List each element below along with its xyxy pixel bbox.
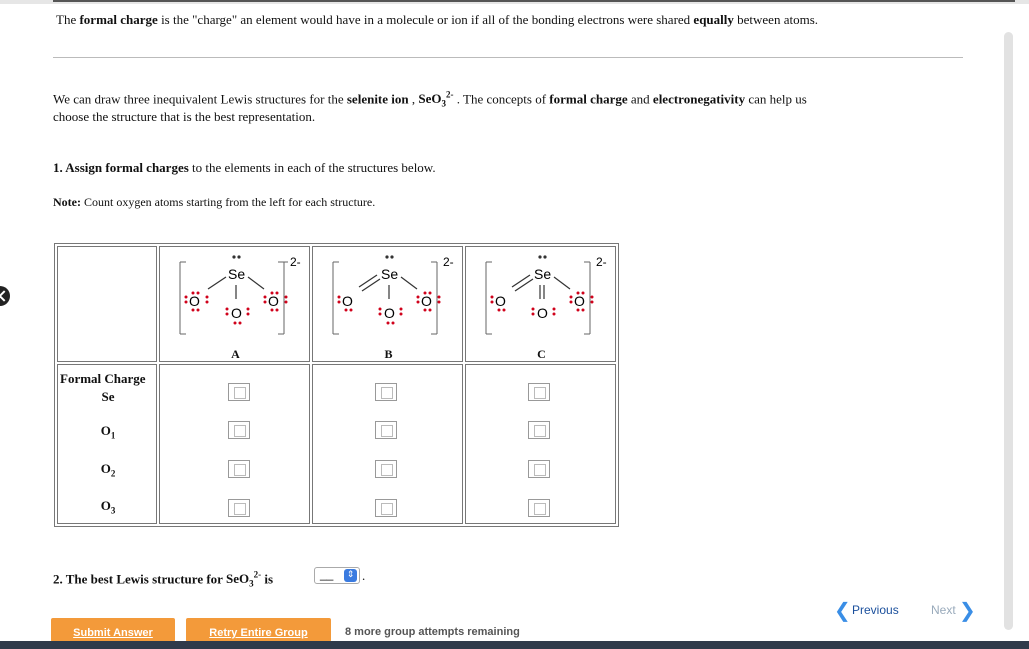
row-label-o3: O3 bbox=[100, 498, 116, 516]
selenite-formula: SeO32- bbox=[418, 90, 454, 109]
q2-period: . bbox=[362, 568, 366, 583]
fc-input-a-o2[interactable] bbox=[228, 460, 250, 478]
se-atom: Se bbox=[534, 266, 551, 282]
fc-input-b-o1[interactable] bbox=[375, 421, 397, 439]
structure-c-cell: 2- Se O O O C bbox=[465, 246, 616, 362]
note: Note: Count oxygen atoms starting from t… bbox=[53, 195, 376, 209]
fc-input-b-se[interactable] bbox=[375, 383, 397, 401]
fc-input-a-se[interactable] bbox=[228, 383, 250, 401]
best-structure-select[interactable]: __ ⇕ bbox=[314, 567, 360, 584]
fc-input-c-o2[interactable] bbox=[528, 460, 550, 478]
structure-b-cell: 2- Se O O O B bbox=[312, 246, 463, 362]
submit-answer-button[interactable]: Submit Answer bbox=[51, 618, 175, 642]
o-atom-3: O bbox=[421, 293, 432, 309]
inputs-structure-c bbox=[465, 364, 616, 524]
scrollbar[interactable] bbox=[1004, 32, 1013, 630]
chevron-right-icon: ❯ bbox=[959, 598, 976, 622]
selenite-paragraph-line2: choose the structure that is the best re… bbox=[53, 109, 316, 124]
select-value: __ bbox=[320, 567, 334, 581]
o-atom-1: O bbox=[342, 293, 353, 309]
question-1: 1. Assign formal charges to the elements… bbox=[53, 160, 436, 175]
bottom-bar bbox=[0, 641, 1029, 649]
o-atom-2: O bbox=[537, 305, 548, 321]
lewis-structure-c: 2- Se O O O bbox=[485, 255, 607, 335]
row-labels-cell: Formal Charge Se O1 O2 O3 bbox=[57, 364, 157, 524]
fc-input-c-o1[interactable] bbox=[528, 421, 550, 439]
top-border-line bbox=[53, 0, 1015, 2]
lewis-structure-b: 2- Se O O O bbox=[332, 255, 454, 335]
se-atom: Se bbox=[228, 266, 245, 282]
structure-c-label: C bbox=[537, 347, 546, 361]
empty-header-cell bbox=[57, 246, 157, 362]
row-label-o1: O1 bbox=[100, 423, 116, 441]
structure-b-label: B bbox=[384, 347, 393, 361]
row-label-o2: O2 bbox=[100, 461, 116, 479]
question-2: 2. The best Lewis structure for SeO32- i… bbox=[53, 570, 274, 589]
charge-label: 2- bbox=[596, 255, 607, 269]
divider bbox=[53, 57, 963, 58]
lewis-structure-a: 2- Se O O O bbox=[179, 255, 301, 335]
o-atom-1: O bbox=[495, 293, 506, 309]
formal-charge-table: 2- Se O O O A 2- Se O O O B 2- Se O O O … bbox=[54, 243, 619, 527]
attempts-remaining: 8 more group attempts remaining bbox=[345, 626, 520, 638]
previous-link[interactable]: ❮ Previous bbox=[834, 598, 899, 622]
o-atom-2: O bbox=[231, 305, 242, 321]
chevron-left-icon: ❮ bbox=[834, 598, 851, 622]
row-label-se: Se bbox=[101, 389, 115, 404]
formal-charge-header: Formal Charge bbox=[60, 371, 146, 386]
next-link[interactable]: Next ❯ bbox=[931, 598, 976, 622]
retry-entire-group-button[interactable]: Retry Entire Group bbox=[186, 618, 331, 642]
charge-label: 2- bbox=[290, 255, 301, 269]
back-arrow-icon[interactable] bbox=[0, 286, 10, 306]
fc-input-a-o3[interactable] bbox=[228, 499, 250, 517]
o-atom-3: O bbox=[574, 293, 585, 309]
structure-a-label: A bbox=[231, 347, 240, 361]
intro-text: The formal charge is the "charge" an ele… bbox=[56, 12, 819, 27]
se-atom: Se bbox=[381, 266, 398, 282]
fc-input-c-se[interactable] bbox=[528, 383, 550, 401]
fc-input-b-o3[interactable] bbox=[375, 499, 397, 517]
fc-input-c-o3[interactable] bbox=[528, 499, 550, 517]
inputs-structure-b bbox=[312, 364, 463, 524]
select-arrows-icon: ⇕ bbox=[344, 569, 357, 582]
fc-input-b-o2[interactable] bbox=[375, 460, 397, 478]
charge-label: 2- bbox=[443, 255, 454, 269]
inputs-structure-a bbox=[159, 364, 310, 524]
o-atom-1: O bbox=[189, 293, 200, 309]
fc-input-a-o1[interactable] bbox=[228, 421, 250, 439]
o-atom-3: O bbox=[268, 293, 279, 309]
structure-a-cell: 2- Se O O O A bbox=[159, 246, 310, 362]
o-atom-2: O bbox=[384, 305, 395, 321]
